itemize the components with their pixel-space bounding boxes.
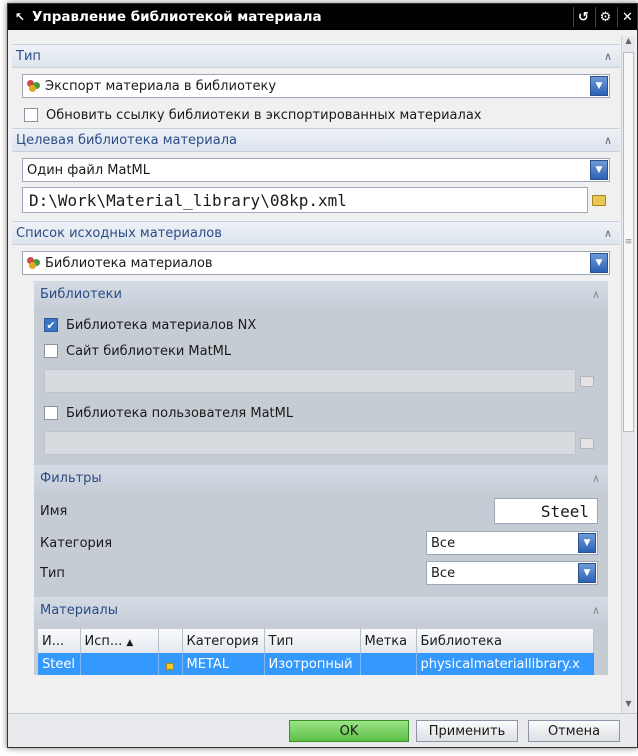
close-icon[interactable]: ✕ — [617, 7, 637, 27]
target-path-input[interactable]: D:\Work\Material_library\08kp.xml — [22, 187, 588, 213]
material-library-icon — [27, 80, 41, 92]
title-bar: ↖ Управление библиотекой материала ↺ ⚙ ✕ — [8, 4, 637, 30]
nx-library-label: Библиотека материалов NX — [66, 317, 257, 333]
cell-used — [80, 653, 159, 675]
table-row[interactable]: Steel METAL Изотропный physicalmateriall… — [38, 653, 594, 675]
filter-type-value: Все — [431, 565, 456, 581]
target-format-value: Один файл MatML — [27, 162, 151, 178]
source-dropdown-value: Библиотека материалов — [45, 255, 213, 271]
reset-icon[interactable]: ↺ — [573, 7, 593, 27]
material-library-icon — [27, 257, 41, 269]
source-section-title: Список исходных материалов — [16, 225, 222, 241]
collapse-icon[interactable]: ∧ — [604, 134, 612, 147]
filters-header[interactable]: Фильтры ∧ — [34, 465, 608, 491]
collapse-icon[interactable]: ∧ — [604, 50, 612, 63]
dropdown-arrow-icon[interactable]: ▼ — [590, 76, 608, 96]
libraries-title: Библиотеки — [40, 286, 122, 302]
update-link-row[interactable]: Обновить ссылку библиотеки в экспортиров… — [12, 102, 620, 128]
col-name[interactable]: И... — [38, 629, 81, 653]
type-section-title: Тип — [16, 48, 41, 64]
cell-library: physicalmateriallibrary.x — [420, 656, 580, 672]
apply-button[interactable]: Применить — [416, 720, 518, 742]
target-section-title: Целевая библиотека материала — [16, 132, 237, 148]
col-category[interactable]: Категория — [182, 629, 265, 653]
materials-title: Материалы — [40, 602, 118, 618]
matml-site-checkbox[interactable] — [44, 344, 58, 358]
cell-name: Steel — [38, 653, 81, 675]
matml-site-row[interactable]: Сайт библиотеки MatML — [44, 339, 598, 363]
cell-type: Изотропный — [264, 653, 361, 675]
filter-name-label: Имя — [40, 503, 68, 519]
cell-label — [360, 653, 417, 675]
browse-folder-icon — [576, 432, 598, 454]
ok-button[interactable]: OK — [289, 720, 409, 742]
collapse-icon[interactable]: ∧ — [592, 288, 600, 301]
dialog-body: Тип ∧ Экспорт материала в библиотеку ▼ О… — [12, 36, 620, 717]
collapse-icon[interactable]: ∧ — [592, 604, 600, 617]
filter-category-value: Все — [431, 535, 456, 551]
col-used[interactable]: Исп... ▲ — [80, 629, 159, 653]
update-link-checkbox[interactable] — [24, 108, 38, 122]
scroll-down-icon[interactable]: ▼ — [622, 699, 635, 713]
target-section-header[interactable]: Целевая библиотека материала ∧ — [12, 128, 620, 152]
collapse-icon[interactable]: ∧ — [592, 472, 600, 485]
button-bar: OK Применить Отмена — [8, 713, 637, 747]
filter-name-input[interactable]: Steel — [494, 498, 598, 524]
collapse-icon[interactable]: ∧ — [604, 227, 612, 240]
sort-ascending-icon: ▲ — [126, 637, 134, 648]
scroll-up-icon[interactable]: ▲ — [622, 36, 635, 50]
cancel-button[interactable]: Отмена — [528, 720, 620, 742]
nx-library-row[interactable]: ✔ Библиотека материалов NX — [44, 313, 598, 337]
cell-category: METAL — [182, 653, 265, 675]
matml-site-label: Сайт библиотеки MatML — [66, 343, 232, 359]
browse-folder-icon[interactable] — [588, 189, 610, 211]
type-section-header[interactable]: Тип ∧ — [12, 44, 620, 68]
window-title: Управление библиотекой материала — [32, 9, 322, 25]
col-library[interactable]: Библиотека — [416, 629, 594, 653]
matml-user-label: Библиотека пользователя MatML — [66, 405, 294, 421]
filter-category-dropdown[interactable]: Все ▼ — [426, 531, 598, 555]
lock-icon — [158, 653, 183, 675]
libraries-header[interactable]: Библиотеки ∧ — [34, 281, 608, 307]
matml-user-row[interactable]: Библиотека пользователя MatML — [44, 401, 598, 425]
gear-icon[interactable]: ⚙ — [595, 7, 615, 27]
dialog-window: ↖ Управление библиотекой материала ↺ ⚙ ✕… — [7, 3, 638, 748]
type-dropdown-value: Экспорт материала в библиотеку — [45, 78, 277, 94]
table-header-row: И... Исп... ▲ Категория Тип Метка Библио… — [38, 629, 594, 653]
materials-table: И... Исп... ▲ Категория Тип Метка Библио… — [38, 629, 594, 675]
nx-library-checkbox[interactable]: ✔ — [44, 318, 58, 332]
dropdown-arrow-icon[interactable]: ▼ — [590, 253, 608, 273]
col-lock[interactable] — [158, 629, 183, 653]
col-type[interactable]: Тип — [264, 629, 361, 653]
dropdown-arrow-icon[interactable]: ▼ — [590, 160, 608, 180]
filter-type-dropdown[interactable]: Все ▼ — [426, 561, 598, 585]
dropdown-arrow-icon[interactable]: ▼ — [578, 563, 596, 583]
filter-category-label: Категория — [40, 535, 113, 551]
target-format-dropdown[interactable]: Один файл MatML ▼ — [22, 158, 610, 182]
matml-user-input — [44, 431, 576, 455]
col-label[interactable]: Метка — [360, 629, 417, 653]
filter-type-label: Тип — [40, 565, 65, 581]
browse-folder-icon — [576, 370, 598, 392]
matml-user-checkbox[interactable] — [44, 406, 58, 420]
filters-title: Фильтры — [40, 470, 102, 486]
scrollbar[interactable]: ▲ ≡ ▼ — [621, 36, 635, 713]
cursor-icon: ↖ — [14, 10, 26, 24]
source-dropdown[interactable]: Библиотека материалов ▼ — [22, 251, 610, 275]
source-section-header[interactable]: Список исходных материалов ∧ — [12, 221, 620, 245]
scroll-thumb[interactable]: ≡ — [623, 52, 634, 432]
materials-header[interactable]: Материалы ∧ — [34, 597, 608, 623]
source-panel: Библиотеки ∧ ✔ Библиотека материалов NX … — [34, 281, 608, 675]
type-dropdown[interactable]: Экспорт материала в библиотеку ▼ — [22, 74, 610, 98]
dropdown-arrow-icon[interactable]: ▼ — [578, 533, 596, 553]
update-link-label: Обновить ссылку библиотеки в экспортиров… — [46, 107, 482, 123]
matml-site-input — [44, 369, 576, 393]
